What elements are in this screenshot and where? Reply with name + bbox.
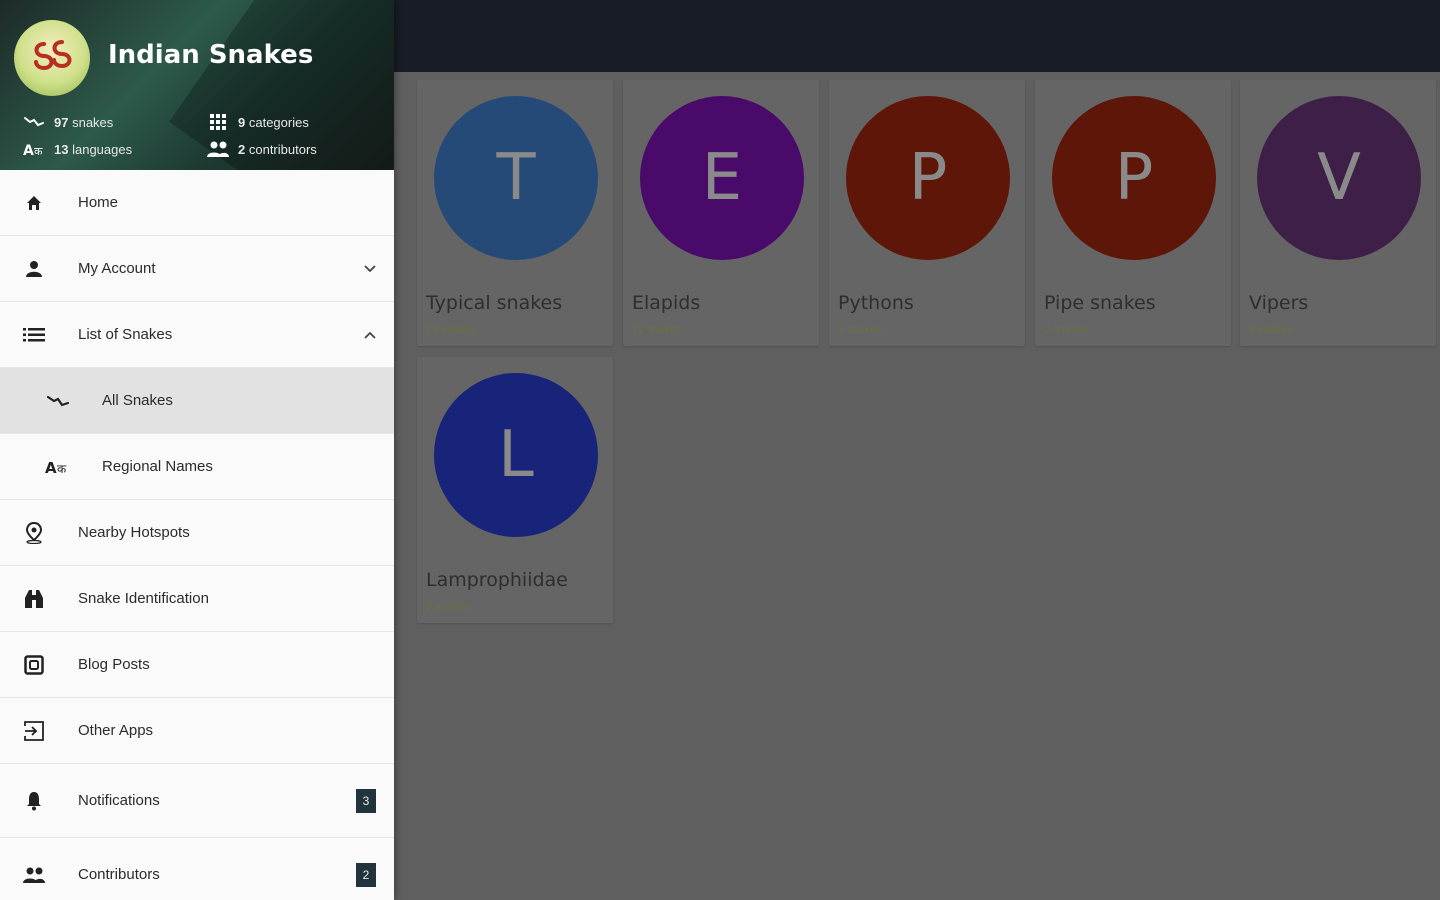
category-avatar: E (640, 96, 804, 260)
menu-item-blog-posts[interactable]: Blog Posts (0, 632, 394, 698)
menu-item-label: Home (78, 194, 119, 211)
category-count: 2 snakes (426, 601, 471, 613)
navigation-drawer[interactable]: Indian Snakes 97 snakes 9 categories Aक … (0, 0, 394, 900)
snake-icon (22, 112, 46, 132)
category-count: 2 snakes (1044, 324, 1089, 336)
svg-text:क: क (57, 462, 67, 476)
blog-icon (20, 651, 48, 679)
snake-logo-icon (34, 40, 72, 71)
exit-to-app-icon (20, 717, 48, 745)
category-name: Vipers (1249, 292, 1309, 314)
drawer-header: Indian Snakes 97 snakes 9 categories Aक … (0, 0, 394, 170)
svg-text:A: A (23, 143, 34, 158)
stat-categories: 9 categories (206, 112, 309, 132)
grid-icon (206, 112, 230, 132)
category-avatar: V (1257, 96, 1421, 260)
stat-value: 97 (54, 114, 69, 130)
stat-snakes: 97 snakes (22, 112, 113, 132)
stat-languages: Aक 13 languages (22, 139, 132, 159)
category-name: Elapids (632, 292, 701, 314)
person-icon (20, 255, 48, 283)
category-card-pythons[interactable]: P Pythons 3 snakes (829, 80, 1025, 346)
people-icon (206, 139, 230, 159)
svg-text:A: A (45, 459, 57, 477)
category-count: 5 snakes (1249, 324, 1294, 336)
stat-value: 9 (238, 114, 246, 130)
app-bar (394, 0, 1440, 72)
menu-item-label: Nearby Hotspots (78, 524, 190, 541)
menu-item-regional-names[interactable]: Aक Regional Names (0, 434, 394, 500)
category-name: Lamprophiidae (426, 569, 568, 591)
app-title: Indian Snakes (108, 40, 314, 70)
menu-item-label: All Snakes (102, 392, 173, 409)
category-name: Pipe snakes (1044, 292, 1156, 314)
location-pin-icon (20, 519, 48, 547)
menu-item-label: Snake Identification (78, 590, 209, 607)
translate-icon: Aक (22, 139, 46, 159)
stat-label: contributors (248, 141, 317, 157)
menu-item-other-apps[interactable]: Other Apps (0, 698, 394, 764)
category-letter: T (496, 141, 536, 215)
category-grid[interactable]: T Typical snakes 29 snakes E Elapids 11 … (394, 72, 1440, 900)
menu-item-notifications[interactable]: Notifications 3 (0, 764, 394, 838)
category-card-pipe-snakes[interactable]: P Pipe snakes 2 snakes (1035, 80, 1231, 346)
chevron-down-icon[interactable] (360, 259, 380, 279)
category-avatar: L (434, 373, 598, 537)
menu-item-label: Other Apps (78, 722, 154, 739)
menu-item-list-of-snakes[interactable]: List of Snakes (0, 302, 394, 368)
category-letter: P (908, 141, 948, 215)
menu-item-label: Blog Posts (78, 656, 150, 673)
stat-value: 2 (238, 141, 246, 157)
menu-item-label: Notifications (78, 792, 160, 809)
svg-text:क: क (34, 145, 43, 158)
binoculars-icon (20, 585, 48, 613)
category-count: 11 snakes (632, 324, 682, 336)
notification-count-badge: 3 (356, 788, 376, 813)
category-letter: P (1114, 141, 1154, 215)
menu-item-label: My Account (78, 260, 156, 277)
menu-item-label: Regional Names (102, 458, 213, 475)
category-card-lamprophiidae[interactable]: L Lamprophiidae 2 snakes (417, 357, 613, 623)
menu-item-nearby-hotspots[interactable]: Nearby Hotspots (0, 500, 394, 566)
app-logo (14, 20, 90, 96)
category-letter: V (1317, 141, 1361, 215)
snake-icon (44, 387, 72, 415)
home-icon (20, 189, 48, 217)
menu-item-label: List of Snakes (78, 326, 173, 343)
stat-label: snakes (72, 114, 114, 130)
stat-contributors: 2 contributors (206, 139, 317, 159)
category-avatar: P (1052, 96, 1216, 260)
stat-label: languages (72, 141, 133, 157)
menu-item-home[interactable]: Home (0, 170, 394, 236)
category-name: Pythons (838, 292, 914, 314)
menu-item-snake-identification[interactable]: Snake Identification (0, 566, 394, 632)
stat-label: categories (248, 114, 309, 130)
list-icon (20, 321, 48, 349)
category-letter: E (701, 141, 743, 215)
category-letter: L (498, 418, 534, 492)
category-card-typical-snakes[interactable]: T Typical snakes 29 snakes (417, 80, 613, 346)
contributors-count-badge: 2 (356, 862, 376, 887)
translate-icon: Aक (44, 453, 72, 481)
menu-item-contributors[interactable]: Contributors 2 (0, 838, 394, 900)
menu-item-my-account[interactable]: My Account (0, 236, 394, 302)
category-card-elapids[interactable]: E Elapids 11 snakes (623, 80, 819, 346)
stat-value: 13 (54, 141, 69, 157)
chevron-up-icon[interactable] (360, 325, 380, 345)
category-avatar: P (846, 96, 1010, 260)
category-name: Typical snakes (426, 292, 563, 314)
category-count: 3 snakes (838, 324, 883, 336)
people-icon (20, 861, 48, 889)
menu-item-label: Contributors (78, 866, 160, 883)
category-card-vipers[interactable]: V Vipers 5 snakes (1240, 80, 1436, 346)
category-avatar: T (434, 96, 598, 260)
category-count: 29 snakes (426, 324, 477, 336)
menu-item-all-snakes[interactable]: All Snakes (0, 368, 394, 434)
bell-icon (20, 787, 48, 815)
